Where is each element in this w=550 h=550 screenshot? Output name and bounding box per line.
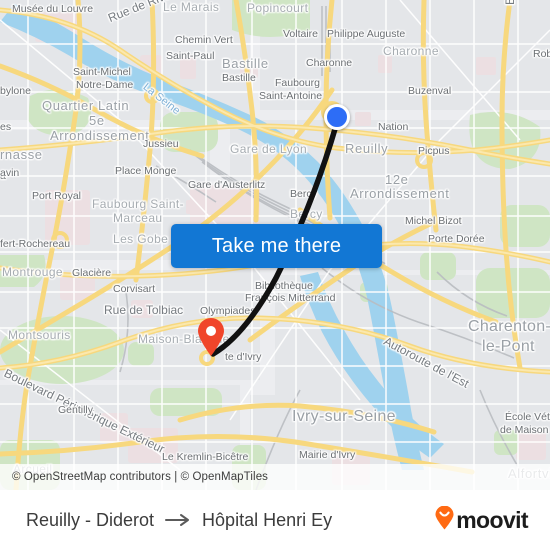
- moovit-logo[interactable]: moovit: [435, 505, 529, 535]
- take-me-there-label: Take me there: [211, 234, 342, 257]
- trip-origin: Reuilly - Diderot: [26, 509, 155, 530]
- destination-marker[interactable]: [196, 317, 226, 357]
- moovit-trip-screen: Musée du Louvre Le Marais Popincourt Rue de…: [0, 0, 550, 550]
- moovit-wordmark: moovit: [456, 506, 528, 533]
- trip-summary: Reuilly - Diderot Hôpital Henri Ey: [26, 510, 435, 531]
- arrow-right-icon: [165, 513, 191, 527]
- map-viewport[interactable]: Musée du Louvre Le Marais Popincourt Rue de…: [0, 0, 550, 490]
- map-attribution: © OpenStreetMap contributors | © OpenMap…: [0, 464, 550, 490]
- trip-destination: Hôpital Henri Ey: [202, 509, 333, 530]
- moovit-pin-smile-icon: [435, 505, 454, 535]
- take-me-there-button[interactable]: Take me there: [171, 224, 382, 268]
- footer-bar: Reuilly - Diderot Hôpital Henri Ey moovi…: [0, 490, 550, 550]
- origin-marker[interactable]: [324, 104, 350, 130]
- map-attribution-text: © OpenStreetMap contributors | © OpenMap…: [12, 471, 269, 483]
